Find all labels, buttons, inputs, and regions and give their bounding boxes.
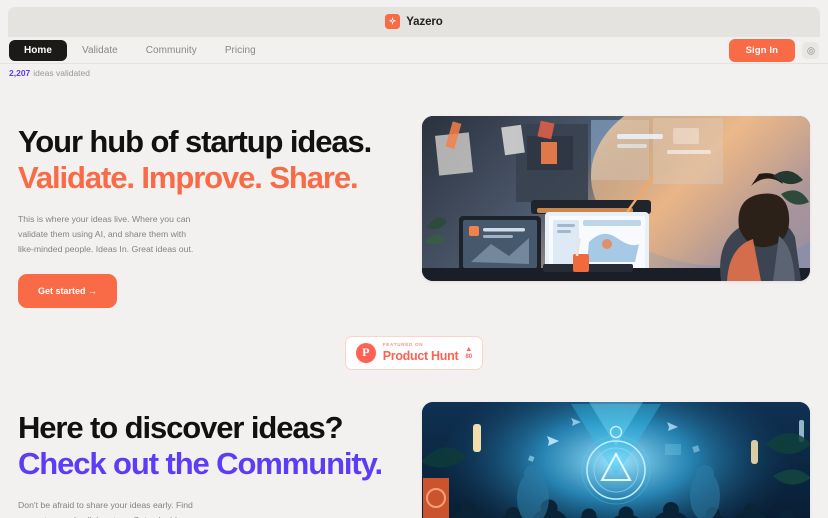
community-heading: Here to discover ideas? Check out the Co…	[18, 410, 398, 482]
nav-item-validate[interactable]: Validate	[69, 41, 131, 60]
product-hunt-badge[interactable]: P FEATURED ON Product Hunt ▲ 80	[344, 335, 484, 370]
community-text-column: Here to discover ideas? Check out the Co…	[18, 402, 398, 518]
community-heading-line1: Here to discover ideas?	[18, 409, 344, 445]
main-navigation: Home Validate Community Pricing Sign In	[0, 38, 828, 64]
upvote-count: 80	[465, 353, 473, 360]
compass-mark-icon	[385, 14, 401, 29]
theme-toggle-icon[interactable]	[802, 42, 819, 59]
get-started-button[interactable]: Get started →	[18, 273, 118, 308]
active-tab[interactable]: Yazero	[8, 6, 820, 37]
validated-ideas-counter: 2,207 ideas validated	[0, 64, 828, 82]
sign-in-button[interactable]: Sign In	[728, 39, 795, 62]
validated-count-label: ideas validated	[33, 68, 90, 78]
browser-title-bar: Yazero	[0, 0, 828, 38]
hero-heading-line2: Validate. Improve. Share.	[18, 159, 359, 195]
upvote-caret-icon: ▲	[465, 345, 473, 353]
product-hunt-votes[interactable]: ▲ 80	[465, 346, 472, 360]
nav-actions: Sign In	[728, 39, 819, 62]
hero-media-column	[422, 116, 810, 281]
product-hunt-badge-wrapper: P FEATURED ON Product Hunt ▲ 80	[0, 335, 828, 370]
product-hunt-name: Product Hunt	[382, 348, 459, 363]
nav-items: Home Validate Community Pricing	[9, 40, 269, 61]
app-title: Yazero	[406, 15, 443, 28]
community-media-column	[422, 401, 810, 518]
nav-item-home[interactable]: Home	[9, 40, 67, 61]
validated-count: 2,207	[9, 68, 31, 78]
nav-item-community[interactable]: Community	[133, 41, 210, 60]
hero-body-text: This is where your ideas live. Where you…	[18, 213, 194, 254]
community-heading-line2: Check out the Community.	[18, 445, 383, 481]
hero-illustration	[422, 116, 810, 281]
community-section: Here to discover ideas? Check out the Co…	[0, 401, 828, 518]
community-illustration	[422, 401, 810, 518]
product-hunt-copy: FEATURED ON Product Hunt	[383, 343, 459, 362]
hero-heading: Your hub of startup ideas. Validate. Imp…	[18, 124, 398, 196]
hero-text-column: Your hub of startup ideas. Validate. Imp…	[18, 116, 398, 308]
community-body-text: Don't be afraid to share your ideas earl…	[18, 499, 193, 518]
product-hunt-logo-icon: P	[355, 342, 376, 363]
nav-item-pricing[interactable]: Pricing	[212, 41, 269, 60]
product-hunt-kicker: FEATURED ON	[382, 342, 424, 348]
hero-section: Your hub of startup ideas. Validate. Imp…	[0, 116, 828, 308]
hero-heading-line1: Your hub of startup ideas.	[18, 124, 372, 159]
